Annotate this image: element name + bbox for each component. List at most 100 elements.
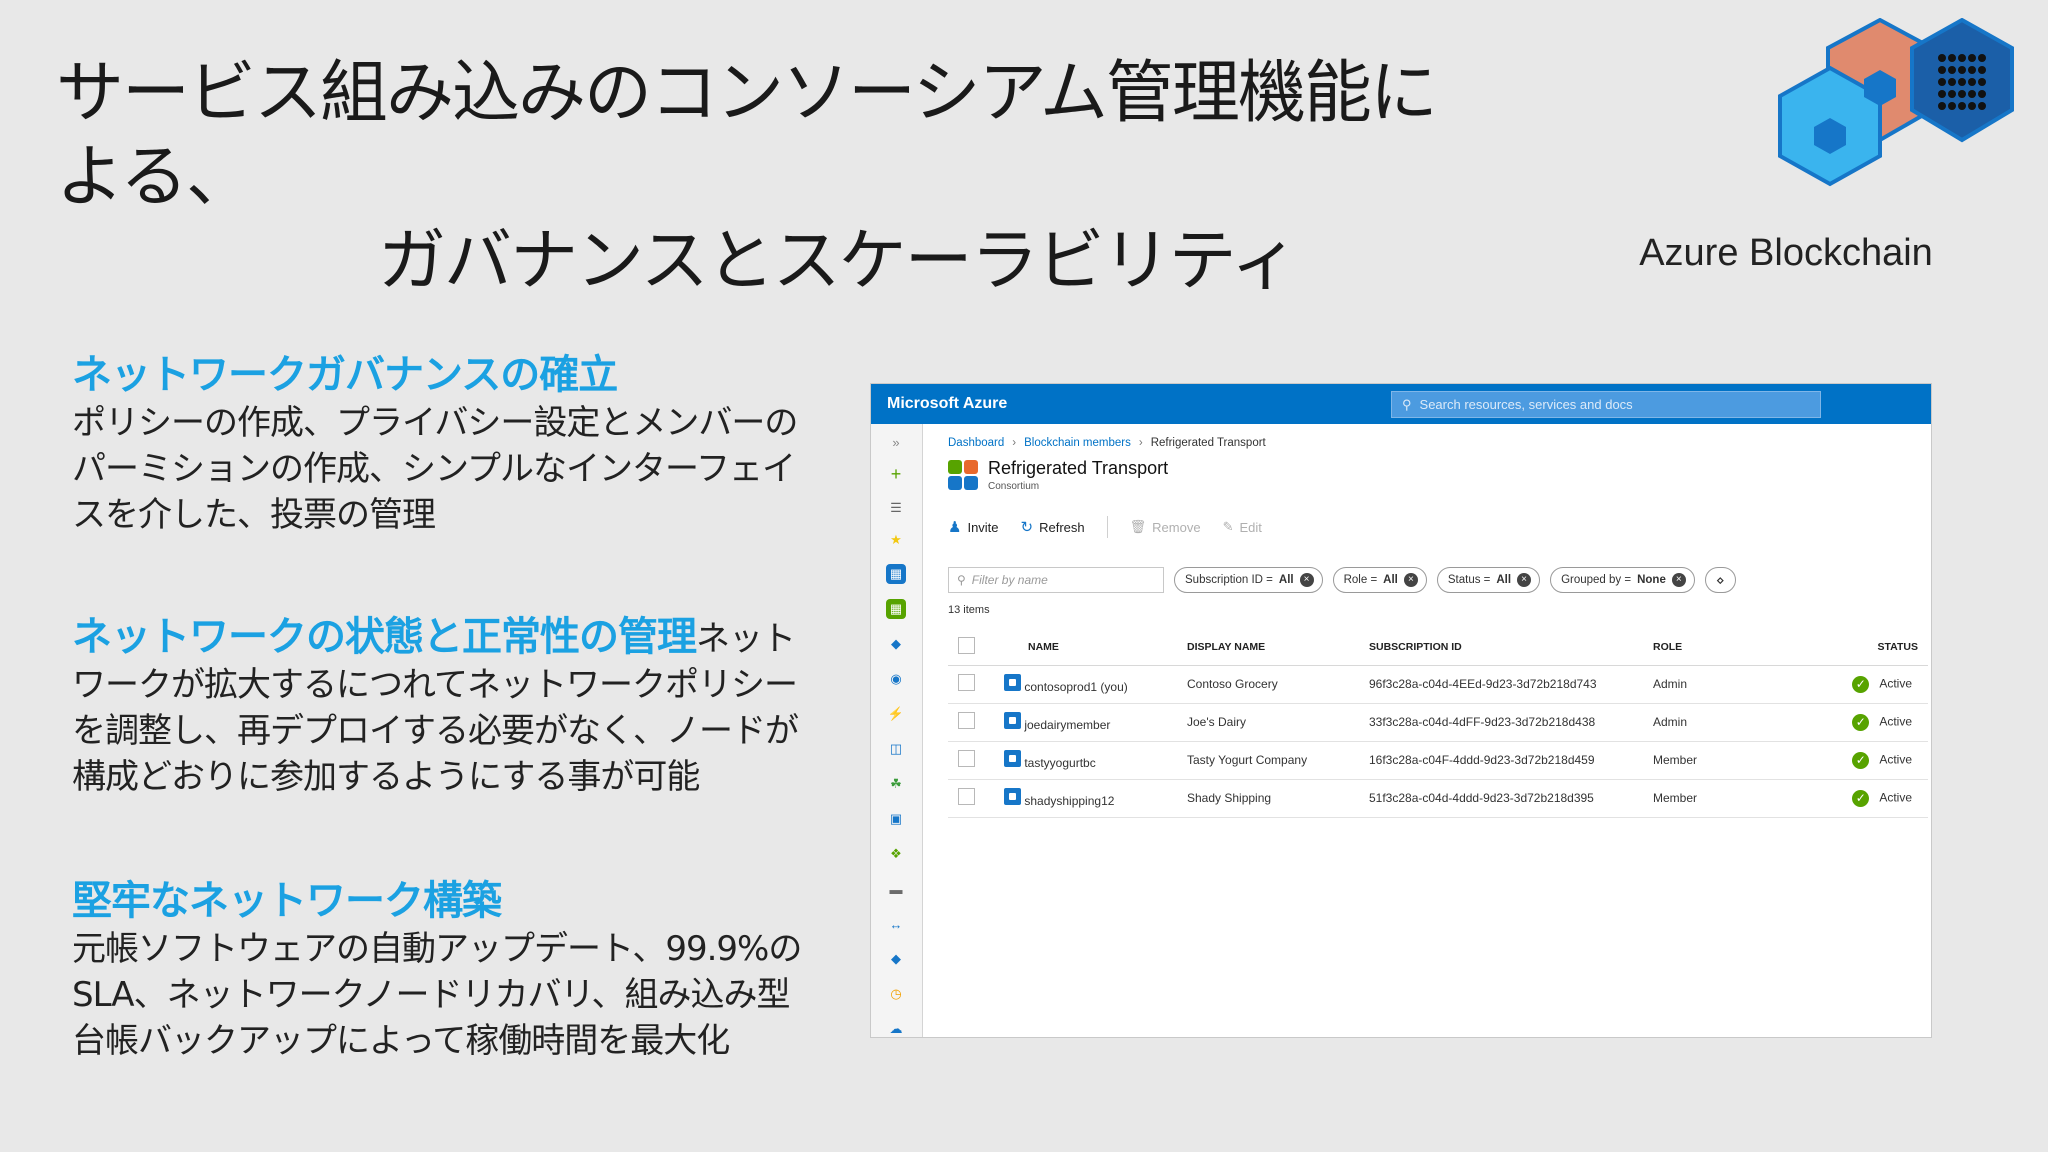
section-health: ネットワークの状態と正常性の管理ネットワークが拡大するにつれてネットワークポリシ… (72, 614, 812, 800)
subscription-filter-pill[interactable]: Subscription ID = All × (1174, 567, 1323, 593)
column-status[interactable]: STATUS (1843, 629, 1928, 666)
pill-value: All (1278, 574, 1294, 586)
function-apps-icon[interactable]: ⚡ (886, 704, 906, 724)
breadcrumb-blockchain-members[interactable]: Blockchain members (1024, 437, 1131, 449)
resource-groups-icon[interactable]: ◆ (886, 634, 906, 654)
member-name[interactable]: contosoprod1 (you) (1024, 680, 1127, 694)
all-services-icon[interactable]: ☰ (886, 498, 906, 518)
table-row[interactable]: joedairymember Joe's Dairy 33f3c28a-c04d… (948, 703, 1928, 742)
pill-label: Role = (1343, 574, 1378, 586)
column-subscription-id[interactable]: SUBSCRIPTION ID (1369, 629, 1653, 666)
favorites-star-icon[interactable]: ★ (886, 530, 906, 550)
breadcrumb-dashboard[interactable]: Dashboard (948, 437, 1004, 449)
virtual-networks-icon[interactable]: ↔ (886, 914, 906, 934)
role-cell: Member (1653, 741, 1843, 780)
status-filter-pill[interactable]: Status = All × (1436, 567, 1541, 593)
add-filter-button[interactable]: ⋄ (1704, 567, 1736, 593)
table-row[interactable]: tastyyogurtbc Tasty Yogurt Company 16f3c… (948, 741, 1928, 780)
subscription-id-cell: 96f3c28a-c04d-4EEd-9d23-3d72b218d743 (1369, 665, 1653, 704)
filter-by-name-input[interactable]: ⚲ Filter by name (948, 567, 1164, 593)
slide-title-line1: サービス組み込みのコンソーシアム管理機能による、 (56, 54, 1438, 217)
invite-button[interactable]: ♟ Invite (948, 518, 999, 536)
column-name[interactable]: NAME (1004, 629, 1187, 666)
blockchain-member-icon (1004, 750, 1021, 767)
resource-header: Refrigerated Transport Consortium (948, 458, 1168, 492)
column-display-name[interactable]: DISPLAY NAME (1187, 629, 1369, 666)
advisor-icon[interactable]: ☁ (886, 1019, 906, 1039)
section-body: ポリシーの作成、プライバシー設定とメンバーのパーミションの作成、シンプルなインタ… (72, 403, 798, 535)
virtual-machines-icon[interactable]: ▣ (886, 809, 906, 829)
cosmos-db-icon[interactable]: ☘ (886, 774, 906, 794)
name-cell: shadyshipping12 (1004, 779, 1187, 818)
active-directory-icon[interactable]: ◆ (886, 949, 906, 969)
create-resource-icon[interactable]: + (886, 464, 906, 484)
load-balancers-icon[interactable]: ❖ (886, 844, 906, 864)
pencil-icon: ✎ (1222, 519, 1234, 534)
member-name[interactable]: joedairymember (1024, 718, 1110, 732)
search-icon: ⚲ (1402, 396, 1412, 412)
subscription-id-cell: 33f3c28a-c04d-4dFF-9d23-3d72b218d438 (1369, 703, 1653, 742)
section-body: 元帳ソフトウェアの自動アップデート、99.9%のSLA、ネットワークノードリカバ… (72, 929, 802, 1061)
name-cell: contosoprod1 (you) (1004, 665, 1187, 704)
dashboard-icon[interactable]: ▦ (886, 564, 906, 584)
column-role[interactable]: ROLE (1653, 629, 1843, 666)
refresh-icon: ↻ (1020, 519, 1034, 536)
name-cell: joedairymember (1004, 703, 1187, 742)
edit-button[interactable]: ✎ Edit (1223, 519, 1262, 535)
role-filter-pill[interactable]: Role = All × (1332, 567, 1427, 593)
sql-databases-icon[interactable]: ◫ (886, 739, 906, 759)
section-governance: ネットワークガバナンスの確立 ポリシーの作成、プライバシー設定とメンバーのパーミ… (72, 350, 812, 538)
role-cell: Member (1653, 779, 1843, 818)
expand-icon[interactable]: » (886, 432, 906, 452)
blockchain-member-icon (1004, 674, 1021, 691)
search-input[interactable]: ⚲ Search resources, services and docs (1391, 391, 1821, 418)
status-text: Active (1879, 752, 1912, 767)
storage-accounts-icon[interactable]: ▬ (886, 879, 906, 899)
trash-icon: 🗑 (1129, 519, 1147, 534)
app-services-icon[interactable]: ◉ (886, 669, 906, 689)
refresh-button[interactable]: ↻ Refresh (1021, 518, 1085, 536)
table-header-row: NAME DISPLAY NAME SUBSCRIPTION ID ROLE S… (948, 629, 1928, 666)
group-by-filter-pill[interactable]: Grouped by = None × (1550, 567, 1695, 593)
table-row[interactable]: shadyshipping12 Shady Shipping 51f3c28a-… (948, 779, 1928, 818)
row-checkbox[interactable] (958, 712, 975, 729)
role-cell: Admin (1653, 703, 1843, 742)
azure-blockchain-logo (1778, 18, 2014, 187)
section-heading: ネットワークの状態と正常性の管理 (72, 614, 697, 660)
monitor-icon[interactable]: ◷ (886, 984, 906, 1004)
logo-caption: Azure Blockchain (1639, 232, 1933, 274)
display-name-cell: Shady Shipping (1187, 779, 1369, 818)
pill-value: None (1637, 574, 1666, 586)
status-cell: ✓ Active (1843, 665, 1928, 704)
pill-label: Status = (1447, 574, 1491, 586)
table-row[interactable]: contosoprod1 (you) Contoso Grocery 96f3c… (948, 665, 1928, 704)
close-icon[interactable]: × (1671, 573, 1686, 587)
member-name[interactable]: shadyshipping12 (1024, 794, 1114, 808)
row-checkbox[interactable] (958, 750, 975, 767)
member-name[interactable]: tastyyogurtbc (1024, 756, 1095, 770)
select-all-checkbox[interactable] (958, 636, 975, 654)
blockchain-member-icon (1004, 712, 1021, 729)
section-robust: 堅牢なネットワーク構築 元帳ソフトウェアの自動アップデート、99.9%のSLA、… (72, 876, 812, 1064)
remove-button[interactable]: 🗑 Remove (1130, 519, 1201, 535)
subscription-id-cell: 51f3c28a-c04d-4ddd-9d23-3d72b218d395 (1369, 779, 1653, 818)
close-icon[interactable]: × (1517, 573, 1532, 587)
row-checkbox[interactable] (958, 788, 975, 805)
row-checkbox-cell (948, 741, 1004, 780)
pill-value: All (1496, 574, 1512, 586)
status-text: Active (1879, 790, 1912, 805)
slide-title-line2: ガバナンスとスケーラビリティ (378, 222, 1299, 301)
add-filter-icon: ⋄ (1715, 571, 1725, 588)
portal-brand[interactable]: Microsoft Azure (887, 395, 1007, 413)
all-resources-icon[interactable]: ▦ (886, 599, 906, 619)
pill-label: Grouped by = (1561, 574, 1632, 586)
section-body-block: ネットワークの状態と正常性の管理ネットワークが拡大するにつれてネットワークポリシ… (72, 614, 812, 800)
row-checkbox[interactable] (958, 674, 975, 691)
section-heading: 堅牢なネットワーク構築 (72, 878, 502, 924)
close-icon[interactable]: × (1299, 573, 1314, 587)
command-divider (1106, 516, 1108, 538)
name-cell: tastyyogurtbc (1004, 741, 1187, 780)
status-cell: ✓ Active (1843, 779, 1928, 818)
filter-placeholder: Filter by name (971, 573, 1048, 587)
close-icon[interactable]: × (1403, 573, 1418, 587)
